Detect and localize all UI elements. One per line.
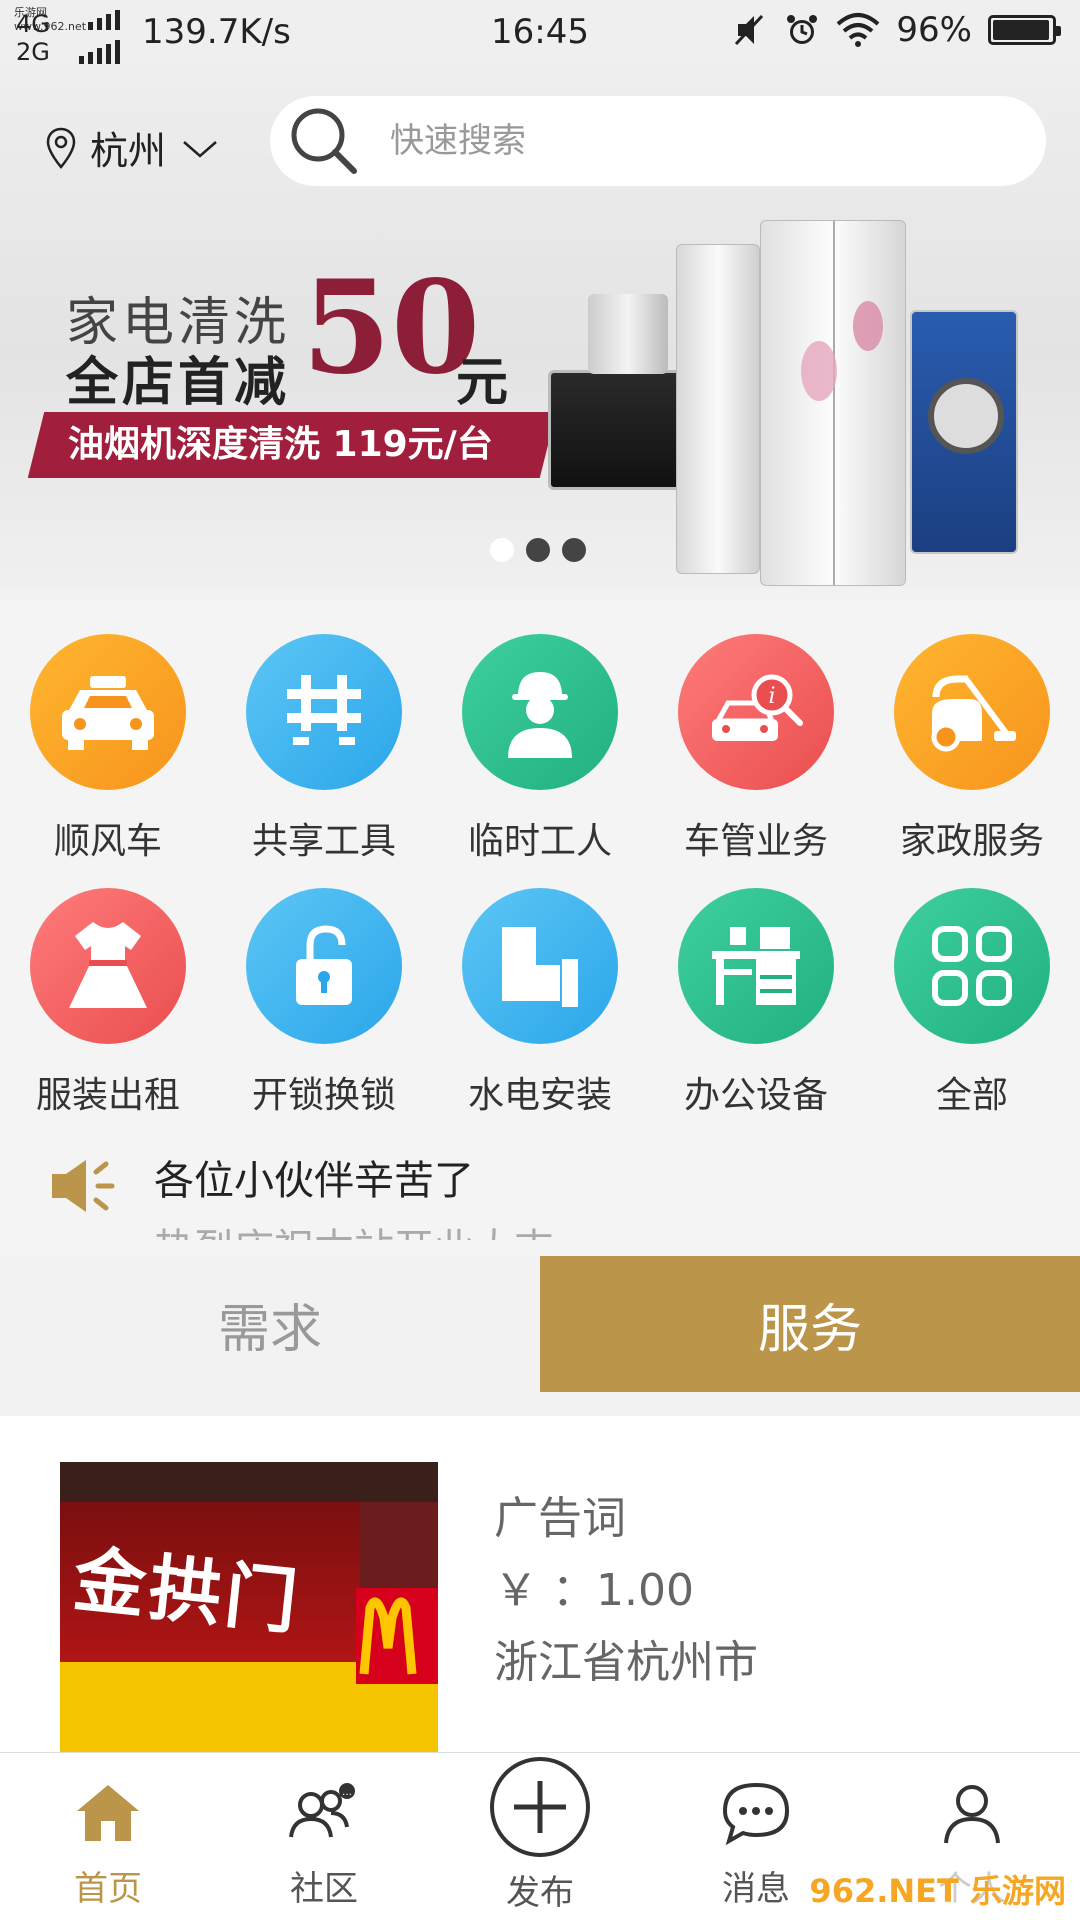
washing-machine-image — [910, 310, 1018, 554]
category-label: 顺风车 — [53, 821, 162, 862]
carousel-dot[interactable] — [562, 538, 586, 562]
search-icon — [291, 108, 357, 174]
category-label: 办公设备 — [683, 1075, 828, 1116]
wifi-icon — [837, 13, 880, 47]
category-office-equipment[interactable]: 办公设备 — [648, 888, 864, 1118]
car-service-icon: i — [678, 634, 834, 790]
taxi-icon — [30, 634, 186, 790]
speaker-icon — [52, 1160, 115, 1212]
category-all[interactable]: 全部 — [864, 888, 1080, 1118]
category-label: 临时工人 — [467, 821, 612, 862]
svg-text:…: … — [342, 1787, 352, 1798]
category-label: 全部 — [935, 1075, 1008, 1116]
listing-title: 广告词 — [494, 1493, 626, 1544]
tools-icon — [246, 634, 402, 790]
community-icon: … — [284, 1773, 364, 1853]
city-selector[interactable]: 杭州 — [46, 120, 220, 175]
category-shared-tools[interactable]: 共享工具 — [216, 634, 432, 864]
vacuum-icon — [894, 634, 1050, 790]
fridge-small-image — [676, 244, 760, 574]
listing-thumbnail: 金拱门 — [60, 1462, 438, 1752]
promo-unit: 元 — [456, 353, 509, 413]
person-icon — [932, 1773, 1012, 1853]
bottom-nav: 首页 … 社区 发布 消息 个人 962.NET 乐游网 — [0, 1752, 1080, 1920]
unlock-icon — [246, 888, 402, 1044]
category-label: 服装出租 — [35, 1075, 180, 1116]
pipe-icon — [462, 888, 618, 1044]
promo-amount: 50 — [302, 253, 481, 403]
listing-location: 浙江省杭州市 — [494, 1637, 758, 1688]
nav-community[interactable]: … 社区 — [216, 1753, 432, 1920]
category-label: 开锁换锁 — [251, 1075, 396, 1116]
notice-text: 各位小伙伴辛苦了 — [154, 1158, 474, 1204]
tab-demand[interactable]: 需求 — [0, 1256, 540, 1392]
search-input[interactable] — [390, 121, 990, 161]
listing-price: ￥ ：1.00 — [494, 1565, 694, 1616]
battery-percent: 96% — [896, 10, 972, 50]
promo-tag-text: 油烟机深度清洗 119元/台 — [68, 424, 493, 465]
message-icon — [716, 1773, 796, 1853]
promo-banner[interactable]: 杭州 家电清洗 全店首减 50 元 油烟机深度清洗 119元/台 — [0, 68, 1080, 588]
category-label: 车管业务 — [683, 821, 828, 862]
fridge-large-image — [760, 220, 906, 586]
home-icon — [68, 1773, 148, 1853]
dress-icon — [30, 888, 186, 1044]
category-carpool[interactable]: 顺风车 — [0, 634, 216, 864]
nav-publish[interactable]: 发布 — [432, 1753, 648, 1920]
category-label: 家政服务 — [899, 821, 1044, 862]
category-temp-worker[interactable]: 临时工人 — [432, 634, 648, 864]
grid-icon — [894, 888, 1050, 1044]
nav-label: 首页 — [74, 1869, 142, 1909]
city-name: 杭州 — [90, 129, 167, 173]
category-housekeeping[interactable]: 家政服务 — [864, 634, 1080, 864]
category-label: 共享工具 — [251, 821, 396, 862]
plus-icon — [486, 1753, 594, 1861]
svg-text:i: i — [768, 684, 775, 709]
nav-label: 发布 — [506, 1873, 574, 1913]
category-plumbing-electric[interactable]: 水电安装 — [432, 888, 648, 1118]
tab-bar: 需求 服务 — [0, 1256, 1080, 1392]
tab-service[interactable]: 服务 — [540, 1256, 1080, 1392]
carousel-dot[interactable] — [526, 538, 550, 562]
chevron-down-icon — [183, 140, 217, 158]
mute-icon — [735, 14, 764, 46]
desk-icon — [678, 888, 834, 1044]
category-vehicle-admin[interactable]: i 车管业务 — [648, 634, 864, 864]
nav-label: 社区 — [290, 1869, 358, 1909]
status-bar: 乐游网 www.962.net 4G 2G 139.7K/s 16:45 96% — [0, 0, 1080, 68]
alarm-icon — [787, 15, 818, 44]
mcdonalds-logo-icon — [356, 1588, 438, 1684]
promo-tag: 油烟机深度清洗 119元/台 — [27, 412, 557, 478]
category-label: 水电安装 — [467, 1075, 612, 1116]
promo-line-2: 全店首减 — [66, 353, 291, 413]
nav-home[interactable]: 首页 — [0, 1753, 216, 1920]
listing-card[interactable]: 金拱门 广告词 ￥ ：1.00 浙江省杭州市 — [0, 1416, 1080, 1752]
worker-icon — [462, 634, 618, 790]
carousel-dots — [490, 538, 586, 562]
notice-next-text: 热烈庆祝本站开业大吉 — [154, 1216, 554, 1240]
carousel-dot[interactable] — [490, 538, 514, 562]
location-pin-icon — [46, 127, 76, 169]
category-clothing-rental[interactable]: 服装出租 — [0, 888, 216, 1118]
notice-bar[interactable]: 各位小伙伴辛苦了 热烈庆祝本站开业大吉 — [0, 1140, 1080, 1240]
search-bar[interactable] — [270, 96, 1046, 186]
battery-icon — [988, 15, 1061, 45]
category-locksmith[interactable]: 开锁换锁 — [216, 888, 432, 1118]
range-hood-top-image — [588, 294, 668, 374]
watermark-logo: 962.NET 乐游网 — [803, 1864, 1072, 1914]
